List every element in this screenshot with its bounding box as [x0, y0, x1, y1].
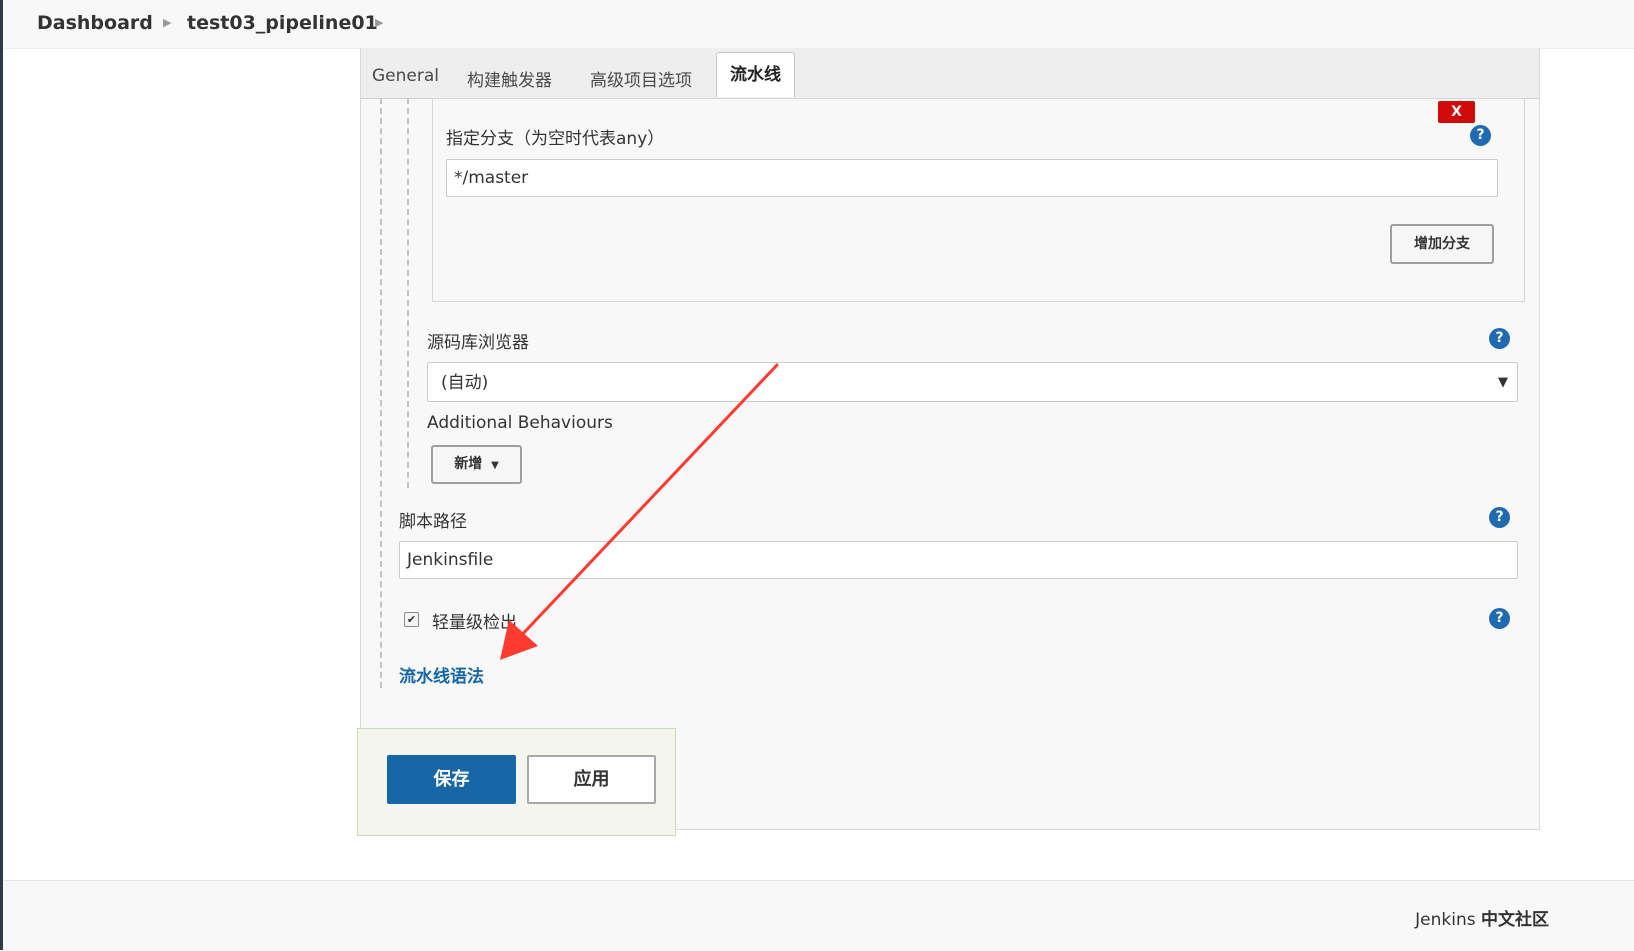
breadcrumb-project[interactable]: test03_pipeline01 — [187, 12, 378, 34]
tab-build-triggers[interactable]: 构建触发器 — [467, 66, 552, 91]
branch-spec-label: 指定分支（为空时代表any） — [446, 129, 665, 149]
question-circle-icon[interactable]: ? — [1489, 507, 1510, 528]
lightweight-checkout-label: 轻量级检出 — [432, 613, 517, 633]
repo-browser-label: 源码库浏览器 — [427, 333, 529, 353]
question-circle-icon[interactable]: ? — [1489, 608, 1510, 629]
additional-behaviours-label: Additional Behaviours — [427, 413, 613, 433]
breadcrumb: Dashboard ▶ test03_pipeline01 ▶ — [3, 0, 1634, 49]
footer-community: 中文社区 — [1481, 910, 1549, 930]
add-branch-button[interactable]: 增加分支 — [1390, 224, 1494, 264]
caret-down-icon: ▼ — [1498, 375, 1508, 390]
left-edge-strip — [0, 0, 3, 950]
footer-link[interactable]: Jenkins 中文社区 — [1415, 905, 1549, 930]
breadcrumb-dashboard[interactable]: Dashboard — [37, 12, 153, 34]
chevron-right-icon[interactable]: ▶ — [375, 16, 383, 29]
tab-pipeline[interactable]: 流水线 — [716, 52, 795, 97]
save-button[interactable]: 保存 — [387, 755, 516, 804]
script-path-input[interactable]: Jenkinsfile — [399, 541, 1518, 579]
repo-browser-selected: (自动) — [441, 373, 489, 393]
tab-general[interactable]: General — [372, 66, 439, 86]
add-behaviour-button[interactable]: 新增 ▼ — [431, 445, 522, 484]
chevron-right-icon[interactable]: ▶ — [163, 16, 171, 29]
apply-button[interactable]: 应用 — [527, 755, 656, 804]
script-path-label: 脚本路径 — [399, 512, 467, 532]
branch-spec-input[interactable]: */master — [446, 159, 1498, 197]
tab-bar: General 构建触发器 高级项目选项 流水线 — [361, 48, 1539, 99]
caret-down-icon: ▼ — [491, 460, 499, 471]
footer-brand: Jenkins — [1415, 910, 1476, 930]
question-circle-icon[interactable]: ? — [1470, 125, 1491, 146]
repo-browser-select[interactable]: (自动) ▼ — [427, 362, 1518, 402]
tab-advanced-options[interactable]: 高级项目选项 — [590, 66, 692, 91]
close-x-icon[interactable]: X — [1438, 101, 1475, 123]
subsection-guide-line — [407, 98, 409, 488]
question-circle-icon[interactable]: ? — [1489, 328, 1510, 349]
footer: Jenkins 中文社区 — [3, 880, 1634, 951]
pipeline-syntax-link[interactable]: 流水线语法 — [399, 662, 484, 687]
section-guide-line — [380, 98, 382, 688]
lightweight-checkout-checkbox[interactable]: ✔ — [404, 612, 419, 627]
add-behaviour-label: 新增 — [454, 456, 483, 472]
